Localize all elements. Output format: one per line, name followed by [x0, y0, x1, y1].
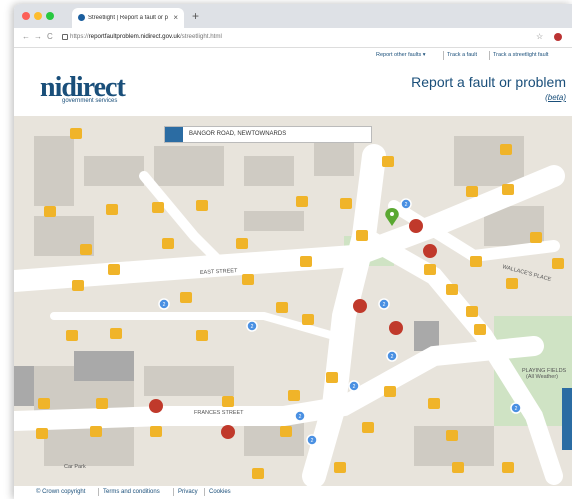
url-host: reportfaultproblem.nidirect.gov.uk [88, 33, 180, 40]
footer-divider [98, 488, 99, 496]
reload-icon[interactable]: C [47, 32, 53, 41]
svg-text:(All Weather): (All Weather) [526, 374, 558, 380]
svg-text:2: 2 [251, 324, 254, 330]
browser-tab[interactable]: Streetlight | Report a fault or p × [72, 8, 184, 28]
tab-close-icon[interactable]: × [173, 13, 178, 22]
browser-window: Streetlight | Report a fault or p × + ← … [14, 4, 572, 499]
url-prefix: https:// [70, 33, 89, 40]
footer-divider [173, 488, 174, 496]
svg-text:2: 2 [383, 302, 386, 308]
maximize-window-icon[interactable] [46, 12, 54, 20]
tab-title: Streetlight | Report a fault or p [88, 15, 168, 21]
new-tab-icon[interactable]: + [192, 9, 199, 23]
svg-text:2: 2 [391, 354, 394, 360]
streetlight-map[interactable]: 222 222 222 EAST STREET FRANCES STREET W… [14, 116, 572, 486]
forward-icon[interactable]: → [34, 32, 42, 41]
nav-divider [443, 51, 444, 60]
close-window-icon[interactable] [22, 12, 30, 20]
terms-link[interactable]: Terms and conditions [103, 489, 160, 495]
cookies-link[interactable]: Cookies [209, 489, 231, 495]
location-pin-icon[interactable] [385, 208, 399, 226]
track-streetlight-link[interactable]: Track a streetlight fault [493, 52, 548, 58]
svg-text:2: 2 [311, 438, 314, 444]
back-icon[interactable]: ← [22, 32, 30, 41]
svg-text:2: 2 [299, 414, 302, 420]
top-navigation: Report other faults ▾ Track a fault Trac… [14, 48, 572, 64]
crown-copyright-link[interactable]: © Crown copyright [36, 489, 85, 495]
page-title: Report a fault or problem [411, 74, 566, 90]
site-footer: © Crown copyright Terms and conditions P… [14, 486, 572, 499]
map-zoom-controls[interactable] [562, 388, 572, 450]
minimize-window-icon[interactable] [34, 12, 42, 20]
svg-text:2: 2 [163, 302, 166, 308]
report-other-faults-link[interactable]: Report other faults ▾ [376, 52, 426, 58]
site-header: nidirect government services Report a fa… [14, 64, 572, 114]
nav-divider [489, 51, 490, 60]
privacy-link[interactable]: Privacy [178, 489, 198, 495]
footer-divider [204, 488, 205, 496]
browser-toolbar: ← → C https://reportfaultproblem.nidirec… [14, 28, 572, 48]
favicon-icon [78, 14, 85, 21]
svg-text:2: 2 [515, 406, 518, 412]
bookmark-star-icon[interactable]: ☆ [536, 32, 543, 41]
map-search-bar[interactable]: BANGOR ROAD, NEWTOWNARDS [164, 126, 372, 143]
svg-text:2: 2 [405, 202, 408, 208]
beta-link[interactable]: (beta) [545, 93, 566, 102]
svg-text:FRANCES STREET: FRANCES STREET [194, 410, 244, 416]
location-search-value: BANGOR ROAD, NEWTOWNARDS [189, 131, 287, 137]
tab-strip: Streetlight | Report a fault or p × + [14, 4, 572, 28]
profile-avatar-icon[interactable] [554, 33, 562, 41]
grid-icon[interactable] [165, 127, 183, 142]
url-path: /streetlight.html [179, 33, 222, 40]
map-canvas: 222 222 222 EAST STREET FRANCES STREET W… [14, 128, 572, 486]
lock-icon [62, 34, 68, 40]
address-bar[interactable]: https://reportfaultproblem.nidirect.gov.… [70, 33, 222, 40]
svg-text:Car Park: Car Park [64, 464, 86, 470]
track-fault-link[interactable]: Track a fault [447, 52, 477, 58]
logo-subtitle: government services [62, 98, 118, 104]
svg-text:2: 2 [353, 384, 356, 390]
